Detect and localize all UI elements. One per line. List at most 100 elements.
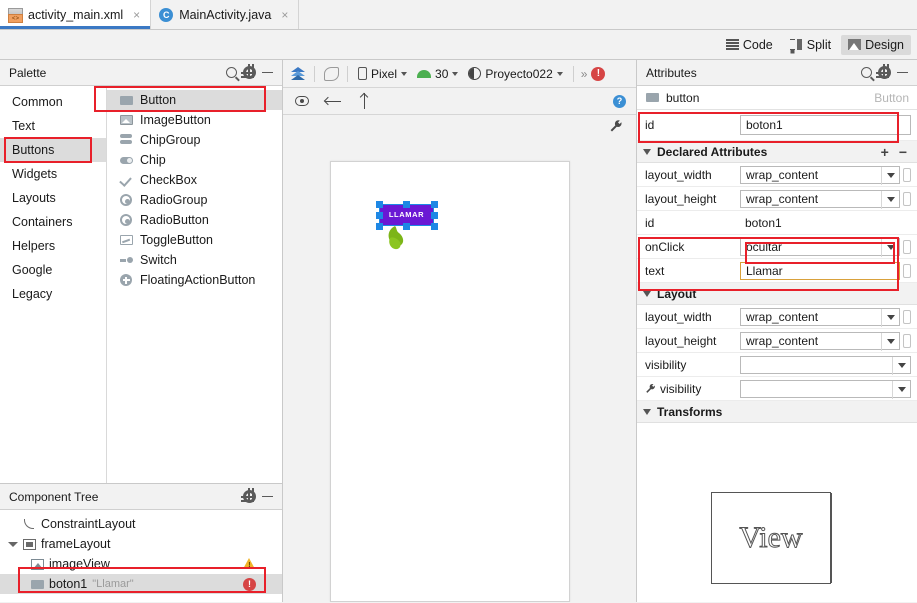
resize-handle-ne[interactable] (430, 200, 438, 208)
palette-item-radiogroup[interactable]: RadioGroup (107, 190, 282, 210)
palette-category-text[interactable]: Text (0, 114, 106, 138)
help-icon[interactable]: ? (613, 94, 626, 108)
minimize-icon[interactable] (893, 64, 911, 82)
attribute-row-id-declared[interactable]: id boton1 (637, 211, 917, 235)
resize-handle-sw[interactable] (375, 222, 383, 230)
chevron-down-icon[interactable] (881, 166, 899, 185)
blueprint-icon[interactable] (322, 65, 340, 83)
attribute-value-input[interactable]: wrap_content (740, 307, 900, 327)
palette-category-buttons[interactable]: Buttons (0, 138, 106, 162)
close-icon[interactable]: × (281, 8, 288, 22)
layers-icon[interactable] (289, 65, 307, 83)
tree-node-imageview[interactable]: imageView ! (0, 554, 282, 574)
palette-item-fab[interactable]: FloatingActionButton (107, 270, 282, 290)
chevron-down-icon[interactable] (881, 308, 899, 327)
gear-icon[interactable] (240, 488, 258, 506)
palette-category-google[interactable]: Google (0, 258, 106, 282)
attribute-value-input[interactable]: wrap_content (740, 331, 900, 351)
vertical-resize-icon[interactable] (355, 92, 373, 110)
device-preview-frame[interactable]: LLAMAR (330, 161, 570, 602)
resize-handle-nw[interactable] (375, 200, 383, 208)
value-indicator[interactable] (903, 191, 911, 206)
gear-icon[interactable] (240, 64, 258, 82)
attribute-row-layout-width[interactable]: layout_width wrap_content (637, 163, 917, 187)
gear-icon[interactable] (875, 64, 893, 82)
search-icon[interactable] (222, 64, 240, 82)
tree-node-boton1[interactable]: boton1 "Llamar" ! (0, 574, 282, 594)
palette-item-chipgroup[interactable]: ChipGroup (107, 130, 282, 150)
chevron-down-icon[interactable] (881, 190, 899, 209)
warning-icon[interactable]: ! (243, 558, 256, 570)
attribute-row-text[interactable]: text Llamar (637, 259, 917, 283)
chevron-down-icon[interactable] (892, 356, 910, 375)
mode-design-button[interactable]: Design (841, 34, 911, 55)
palette-category-common[interactable]: Common (0, 90, 106, 114)
chevron-down-icon[interactable] (892, 380, 910, 399)
mode-split-button[interactable]: Split (783, 35, 838, 55)
value-indicator[interactable] (903, 167, 911, 182)
error-badge-icon[interactable]: ! (591, 66, 606, 81)
error-icon[interactable]: ! (243, 577, 256, 591)
palette-category-layouts[interactable]: Layouts (0, 186, 106, 210)
layout-row-visibility[interactable]: visibility (637, 353, 917, 377)
mode-code-button[interactable]: Code (719, 35, 780, 55)
layout-row-layout-height[interactable]: layout_height wrap_content (637, 329, 917, 353)
attribute-value-input[interactable]: wrap_content (740, 165, 900, 185)
layout-section-header[interactable]: Layout (637, 283, 917, 305)
value-indicator[interactable] (903, 263, 911, 278)
palette-item-togglebutton[interactable]: ToggleButton (107, 230, 282, 250)
minimize-icon[interactable] (258, 64, 276, 82)
api-level-selector[interactable]: 30 (414, 65, 461, 83)
layout-row-layout-width[interactable]: layout_width wrap_content (637, 305, 917, 329)
attribute-row-onclick[interactable]: onClick ocultar (637, 235, 917, 259)
palette-item-imagebutton[interactable]: ImageButton (107, 110, 282, 130)
attribute-row-id[interactable]: id boton1 (637, 110, 917, 141)
palette-category-legacy[interactable]: Legacy (0, 282, 106, 306)
value-indicator[interactable] (903, 309, 911, 324)
tree-node-framelayout[interactable]: frameLayout (0, 534, 282, 554)
resize-handle-se[interactable] (430, 222, 438, 230)
tab-activity-main-xml[interactable]: activity_main.xml × (0, 0, 152, 29)
design-canvas[interactable]: LLAMAR (283, 115, 636, 602)
chevron-down-icon[interactable] (881, 238, 899, 257)
palette-item-checkbox[interactable]: CheckBox (107, 170, 282, 190)
palette-category-containers[interactable]: Containers (0, 210, 106, 234)
palette-item-button[interactable]: Button (107, 90, 282, 110)
palette-item-radiobutton[interactable]: RadioButton (107, 210, 282, 230)
search-icon[interactable] (857, 64, 875, 82)
attribute-value-input[interactable]: wrap_content (740, 189, 900, 209)
palette-category-widgets[interactable]: Widgets (0, 162, 106, 186)
resize-handle-w[interactable] (375, 211, 383, 219)
attribute-value-input[interactable]: boton1 (740, 214, 911, 232)
chevron-down-icon[interactable] (881, 332, 899, 351)
chevron-down-icon[interactable] (8, 540, 18, 549)
attribute-row-layout-height[interactable]: layout_height wrap_content (637, 187, 917, 211)
wrench-icon[interactable] (609, 119, 623, 133)
text-value-input[interactable]: Llamar (740, 261, 900, 280)
value-indicator[interactable] (903, 333, 911, 348)
id-input[interactable]: boton1 (740, 115, 911, 135)
close-icon[interactable]: × (133, 8, 140, 22)
horizontal-resize-icon[interactable] (324, 92, 342, 110)
remove-attribute-button[interactable]: − (899, 144, 907, 160)
declared-attributes-section-header[interactable]: Declared Attributes + − (637, 141, 917, 163)
tools-visibility-select[interactable] (740, 379, 911, 399)
tab-main-activity-java[interactable]: C MainActivity.java × (151, 0, 300, 29)
visibility-eye-icon[interactable] (293, 92, 311, 110)
palette-item-switch[interactable]: Switch (107, 250, 282, 270)
onclick-value-input[interactable]: ocultar (740, 237, 900, 257)
palette-category-helpers[interactable]: Helpers (0, 234, 106, 258)
palette-item-chip[interactable]: Chip (107, 150, 282, 170)
theme-selector[interactable]: Proyecto022 (465, 65, 565, 83)
resize-handle-n[interactable] (403, 200, 410, 208)
device-selector[interactable]: Pixel (355, 65, 410, 83)
tree-node-constraintlayout[interactable]: ConstraintLayout (0, 514, 282, 534)
visibility-select[interactable] (740, 355, 911, 375)
transforms-section-header[interactable]: Transforms (637, 401, 917, 423)
layout-row-tools-visibility[interactable]: visibility (637, 377, 917, 401)
value-indicator[interactable] (903, 239, 911, 254)
resize-handle-e[interactable] (430, 211, 438, 219)
add-attribute-button[interactable]: + (881, 144, 889, 160)
minimize-icon[interactable] (258, 488, 276, 506)
overflow-chevrons-icon[interactable]: » (581, 67, 588, 81)
